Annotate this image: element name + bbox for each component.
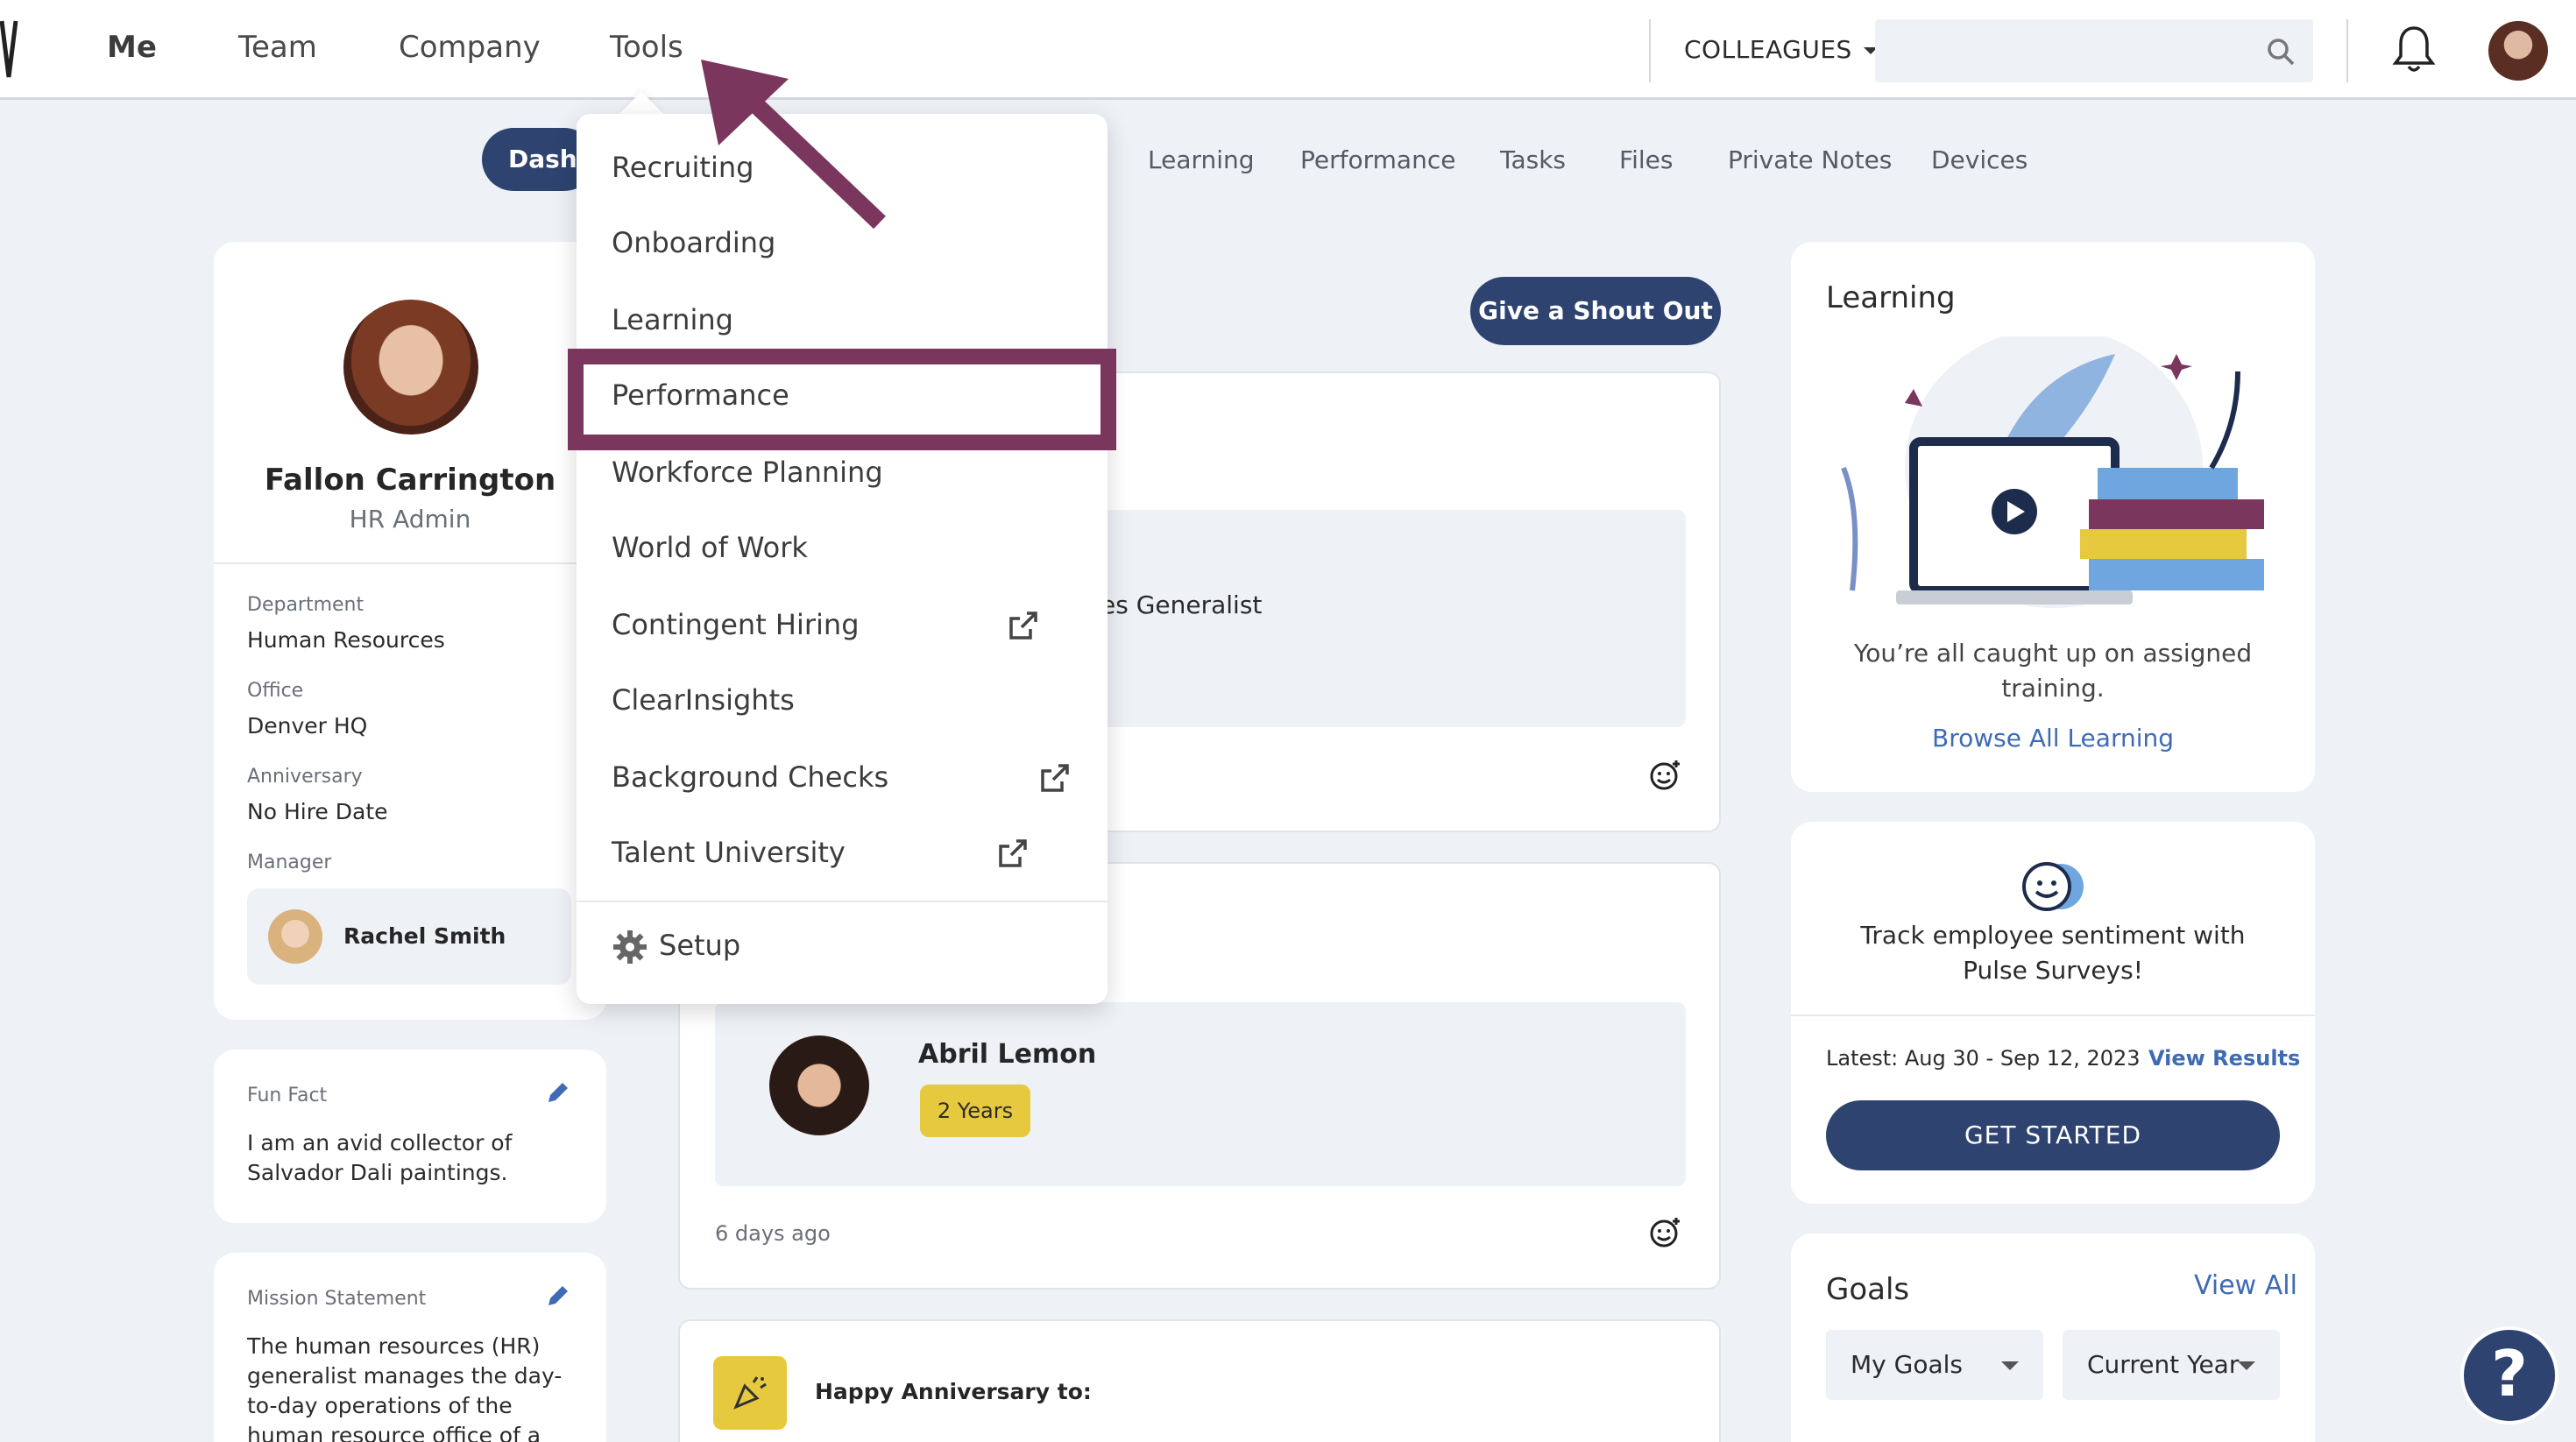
learning-card: Learning You’re all caught up on assigne… <box>1791 242 2315 792</box>
get-started-button[interactable]: GET STARTED <box>1826 1100 2280 1170</box>
external-link-icon <box>1041 764 1069 792</box>
person-avatar[interactable] <box>769 1036 869 1135</box>
top-navigation-bar: Me Team Company Tools COLLEAGUES <box>0 0 2576 100</box>
happy-anniversary-label: Happy Anniversary to: <box>815 1379 1092 1404</box>
years-badge: 2 Years <box>920 1085 1030 1137</box>
learning-illustration-icon <box>1841 336 2264 608</box>
menu-divider <box>577 901 1108 902</box>
nav-team[interactable]: Team <box>238 30 317 65</box>
add-reaction-icon[interactable] <box>1649 1216 1682 1249</box>
current-year-value: Current Year <box>2087 1350 2240 1379</box>
colleagues-dropdown[interactable]: COLLEAGUES <box>1684 35 1879 64</box>
tab-learning[interactable]: Learning <box>1148 145 1255 174</box>
user-avatar[interactable] <box>2488 21 2548 81</box>
nav-divider <box>1649 19 1651 82</box>
fun-fact-label: Fun Fact <box>247 1085 328 1106</box>
my-goals-value: My Goals <box>1851 1350 1963 1379</box>
add-reaction-icon[interactable] <box>1649 759 1682 792</box>
setup-label: Setup <box>659 929 741 962</box>
department-value: Human Resources <box>247 627 445 653</box>
office-label: Office <box>247 680 304 702</box>
performance-highlight-box <box>568 349 1116 450</box>
nav-tools[interactable]: Tools <box>610 30 683 65</box>
fun-fact-text: I am an avid collector of Salvador Dali … <box>247 1130 513 1185</box>
menu-item-background-checks[interactable]: Background Checks <box>612 760 888 794</box>
help-button[interactable]: ? <box>2460 1326 2558 1424</box>
search-icon[interactable] <box>2266 37 2296 67</box>
menu-item-learning[interactable]: Learning <box>612 303 733 336</box>
pulse-message: Track employee sentiment with Pulse Surv… <box>1860 921 2246 985</box>
nav-divider-2 <box>2346 19 2348 82</box>
party-popper-icon <box>733 1376 767 1410</box>
learning-title: Learning <box>1826 280 1956 315</box>
tab-private-notes[interactable]: Private Notes <box>1728 145 1892 174</box>
mission-card: Mission Statement The human resources (H… <box>214 1253 606 1442</box>
bell-icon[interactable] <box>2392 23 2436 75</box>
external-link-icon <box>999 839 1027 867</box>
manager-avatar <box>268 909 322 964</box>
caret-down-icon <box>2001 1361 2019 1370</box>
tab-devices[interactable]: Devices <box>1931 145 2028 174</box>
manager-name: Rachel Smith <box>343 923 506 949</box>
edit-pencil-icon[interactable] <box>545 1079 571 1106</box>
view-results-link[interactable]: View Results <box>2148 1046 2300 1071</box>
tab-performance[interactable]: Performance <box>1300 145 1455 174</box>
fun-fact-card: Fun Fact I am an avid collector of Salva… <box>214 1050 606 1223</box>
pulse-divider <box>1791 1014 2315 1016</box>
profile-name: Fallon Carrington <box>264 463 556 498</box>
mission-text: The human resources (HR) generalist mana… <box>247 1333 563 1442</box>
profile-avatar[interactable] <box>343 300 478 435</box>
office-value: Denver HQ <box>247 713 368 739</box>
party-popper-icon-box <box>713 1356 787 1430</box>
gear-icon <box>613 930 647 964</box>
post-timestamp: 6 days ago <box>715 1221 831 1246</box>
person-name[interactable]: Abril Lemon <box>918 1039 1096 1070</box>
menu-item-talent-university[interactable]: Talent University <box>612 836 846 869</box>
tab-files[interactable]: Files <box>1619 145 1673 174</box>
my-goals-select[interactable]: My Goals <box>1826 1330 2043 1400</box>
give-shout-out-button[interactable]: Give a Shout Out <box>1470 277 1721 345</box>
external-link-icon <box>1009 611 1037 640</box>
anniversary-label: Anniversary <box>247 766 363 788</box>
menu-item-contingent-hiring[interactable]: Contingent Hiring <box>612 608 860 641</box>
search-input[interactable] <box>1875 19 2313 82</box>
nav-company[interactable]: Company <box>399 30 541 65</box>
colleagues-label: COLLEAGUES <box>1684 35 1852 64</box>
menu-item-clearinsights[interactable]: ClearInsights <box>612 683 795 717</box>
nav-me[interactable]: Me <box>107 30 157 65</box>
department-label: Department <box>247 594 364 616</box>
manager-chip[interactable]: Rachel Smith <box>247 888 571 985</box>
tab-tasks[interactable]: Tasks <box>1500 145 1566 174</box>
anniversary-value: No Hire Date <box>247 799 388 824</box>
goals-title: Goals <box>1826 1272 1910 1307</box>
tools-dropdown-menu: Recruiting Onboarding Learning Performan… <box>577 114 1108 1004</box>
caret-down-icon <box>2238 1361 2255 1370</box>
annotation-arrow-icon <box>701 60 886 230</box>
profile-divider <box>214 562 606 564</box>
goals-view-all-link[interactable]: View All <box>2194 1270 2297 1301</box>
menu-item-world-of-work[interactable]: World of Work <box>612 531 808 564</box>
menu-item-workforce-planning[interactable]: Workforce Planning <box>612 456 883 489</box>
manager-label: Manager <box>247 852 332 873</box>
pulse-latest-range: Latest: Aug 30 - Sep 12, 2023 <box>1826 1046 2141 1071</box>
learning-message: You’re all caught up on assigned trainin… <box>1853 639 2253 703</box>
profile-role: HR Admin <box>349 505 471 534</box>
current-year-select[interactable]: Current Year <box>2063 1330 2280 1400</box>
edit-pencil-icon[interactable] <box>545 1283 571 1309</box>
mission-label: Mission Statement <box>247 1288 427 1310</box>
post-text-fragment: es Generalist <box>1100 590 1263 619</box>
browse-all-learning-link[interactable]: Browse All Learning <box>1826 724 2280 753</box>
logo-icon[interactable] <box>0 16 21 82</box>
pulse-smile-icon <box>2022 862 2084 911</box>
